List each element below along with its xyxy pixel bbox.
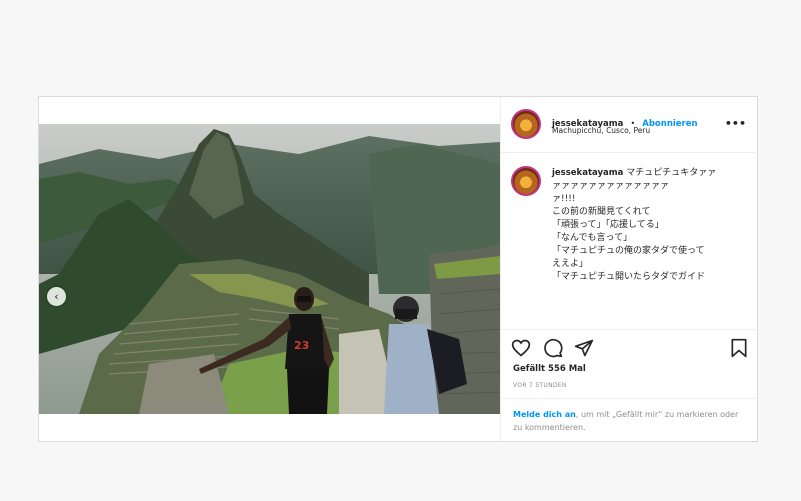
post-sidebar: jessekatayama • Abonnieren Machupicchu, … [500, 97, 758, 441]
svg-text:23: 23 [294, 339, 309, 352]
caption-username[interactable]: jessekatayama [552, 168, 623, 178]
caption-line: ええよ」 [552, 259, 589, 269]
caption-line: ァ!!!! [552, 194, 576, 204]
location-link[interactable]: Machupicchu, Cusco, Peru [552, 126, 650, 135]
likes-count[interactable]: Gefällt 556 Mal [513, 364, 586, 374]
caption-line: 「マチュピチュの俺の家タダで使って [552, 246, 705, 256]
post-actions: Gefällt 556 Mal VOR 7 STUNDEN Melde dich… [501, 329, 758, 441]
caption-line: 「なんでも言って」 [552, 233, 633, 243]
instagram-post: 23 ‹ jessekatayama • Abonnieren Machupic [38, 96, 758, 442]
post-timestamp[interactable]: VOR 7 STUNDEN [513, 382, 567, 389]
avatar[interactable] [511, 109, 541, 139]
caption-line: 「頑張って」「応援してる」 [552, 220, 664, 230]
more-horizontal-icon[interactable]: ••• [725, 117, 746, 130]
post-header: jessekatayama • Abonnieren Machupicchu, … [501, 97, 758, 153]
login-prompt: Melde dich an, um mit „Gefällt mir“ zu m… [501, 398, 758, 442]
login-link[interactable]: Melde dich an [513, 410, 576, 419]
caption-line: ァァァァァァァァァァァァァ [552, 181, 670, 191]
post-media: 23 ‹ [39, 97, 500, 441]
post-caption: jessekatayama マチュピチュキタァァ ァァァァァァァァァァァァァ ァ… [501, 153, 758, 329]
chevron-left-icon: ‹ [54, 290, 59, 303]
follow-button[interactable]: Abonnieren [642, 119, 697, 129]
heart-icon[interactable] [511, 338, 531, 358]
bookmark-icon[interactable] [729, 338, 749, 358]
caption-avatar[interactable] [511, 166, 541, 196]
comment-icon[interactable] [543, 338, 563, 358]
carousel-prev-button[interactable]: ‹ [47, 287, 66, 306]
share-icon[interactable] [574, 338, 594, 358]
caption-text: jessekatayama マチュピチュキタァァ ァァァァァァァァァァァァァ ァ… [552, 167, 747, 284]
post-photo[interactable]: 23 ‹ [39, 124, 500, 414]
machu-picchu-photo: 23 [39, 124, 500, 414]
caption-line: マチュピチュキタァァ [626, 168, 717, 178]
caption-line: この前の新聞見てくれて [552, 207, 651, 217]
caption-line: 「マチュピチュ開いたらタダでガイド [552, 272, 706, 282]
